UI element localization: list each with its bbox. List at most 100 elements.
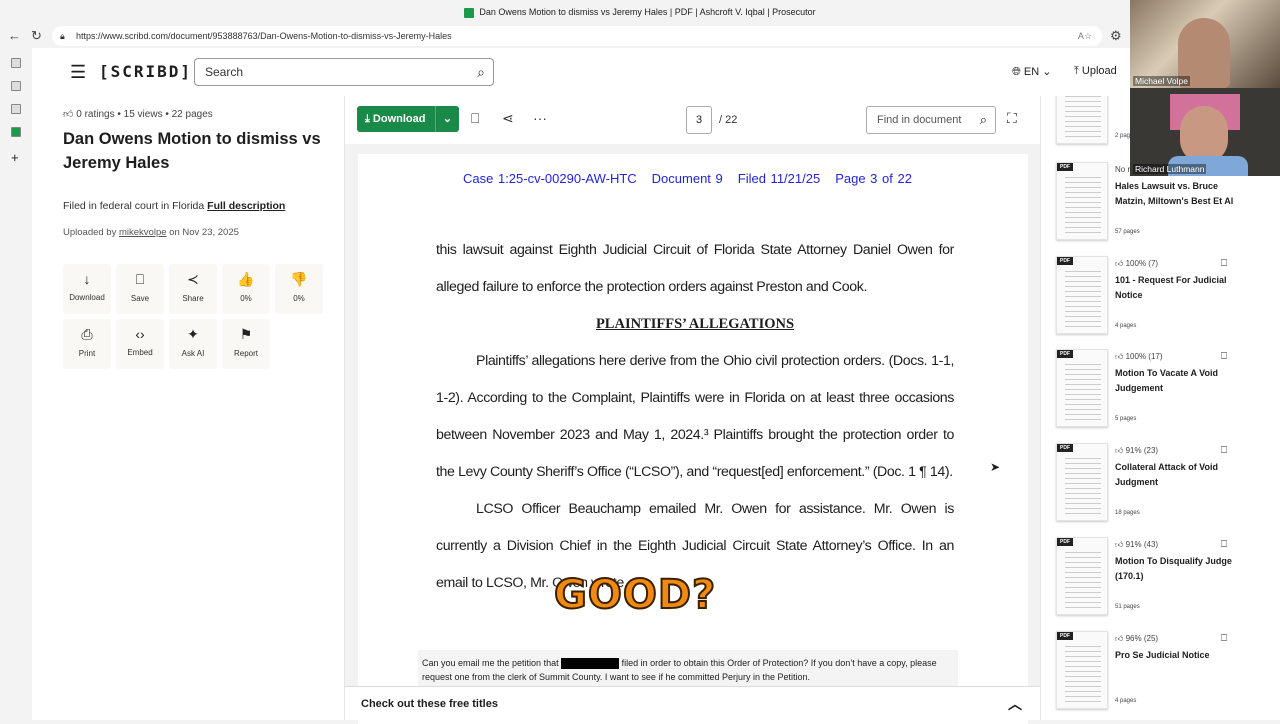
action-grid: ↓ Download ⎕ Save ≺ Share 👍 0% 👎 0% ⎙ Print ‹›… [63,264,323,369]
upload-button[interactable]: ⤒ Upload [1074,65,1117,78]
back-icon[interactable]: ← [8,28,21,43]
document-thumbnail: PDF [1056,537,1108,615]
bookmark-icon[interactable]: ⎕ [1221,258,1227,269]
chevron-up-icon[interactable]: ︿ [1008,687,1022,721]
pdf-badge: PDF [1057,350,1073,358]
related-title: 101 - Request For Judicial Notice [1115,275,1227,300]
download-button[interactable]: ⤓ Download ⌄ [357,106,459,132]
favorite-icon[interactable]: A☆ [1078,26,1092,46]
related-title: Collateral Attack of Void Judgment [1115,462,1219,487]
related-rating: 👍︎ 91% (43) [1115,540,1159,549]
pdf-badge: PDF [1057,632,1073,640]
related-rating: 👍︎ 100% (7) [1115,259,1159,268]
rating-value: 91% (23) [1125,446,1159,455]
document-thumbnail: PDF [1056,162,1108,240]
pdf-badge: PDF [1057,163,1073,171]
language-selector[interactable]: 🌐︎ EN ⌄ [1012,65,1051,79]
bookmark-icon: ⎕ [135,271,145,287]
related-title: Pro Se Judicial Notice [1115,650,1210,660]
download-action[interactable]: ↓ Download [63,264,111,314]
related-rating: 👍︎ 91% (23) [1115,446,1159,455]
related-item[interactable]: PDF 👍︎ 96% (25) ⎕ Pro Se Judicial Notice 4 p… [1056,631,1276,711]
case-header: Case 1:25-cv-00290-AW-HTC Document 9 Filed… [463,171,927,186]
more-icon[interactable]: ··· [533,110,547,126]
section-heading: PLAINTIFFS’ ALLEGATIONS [595,316,795,332]
related-pages: 18 pages [1115,510,1140,516]
description: Filed in federal court in Florida Full d… [63,200,285,212]
embed-action[interactable]: ‹› Embed [116,319,164,369]
action-label: 0% [240,294,252,303]
bookmark-icon[interactable]: ⎕ [1221,445,1227,456]
vertical-tab-strip: + [0,48,32,720]
address-bar[interactable]: 🔒︎ https://www.scribd.com/document/953888… [52,26,1102,46]
bookmark-icon[interactable]: ⎕ [471,110,479,127]
search-icon[interactable]: ⌕ [980,107,987,133]
related-pages: 57 pages [1115,229,1140,235]
action-label: Save [130,294,150,303]
tab-icon[interactable] [11,127,21,137]
report-action[interactable]: ⚑ Report [222,319,270,369]
action-label: Print [78,349,96,358]
related-documents: 2 pages PDFNo ratings yetHales Lawsuit v… [1040,96,1280,720]
extensions-icon[interactable]: ⚙ [1110,28,1122,44]
find-in-document-input[interactable]: Find in document ⌕ [866,106,996,134]
tab-icon[interactable] [11,104,21,114]
pages-count: 22 pages [171,109,213,120]
full-description-link[interactable]: Full description [207,200,285,212]
action-label: Ask AI [181,349,205,358]
dislike-action[interactable]: 👎 0% [275,264,323,314]
page-number-input[interactable]: 3 [686,106,712,134]
related-item[interactable]: PDF 👍︎ 91% (43) ⎕ Motion To Disqualify Judg… [1056,537,1276,617]
share-icon[interactable]: ⋖ [502,110,514,127]
rating-value: 100% (7) [1125,259,1159,268]
search-icon[interactable]: ⌕ [477,59,485,85]
save-action[interactable]: ⎕ Save [116,264,164,314]
tab-icon[interactable] [11,58,21,68]
pdf-badge: PDF [1057,444,1073,452]
new-tab-icon[interactable]: + [11,150,21,165]
views-count: 15 views [123,109,163,120]
related-rating: 👍︎ 100% (17) [1115,352,1163,361]
thumbs-up-icon: 👍 [237,271,255,287]
rating-value: 100% (17) [1125,352,1163,361]
action-label: Report [233,349,258,358]
participant-name: Richard Luthmann [1133,164,1207,174]
document-thumbnail: PDF [1056,443,1108,521]
bookmark-icon[interactable]: ⎕ [1221,351,1227,362]
bookmark-icon[interactable]: ⎕ [1221,633,1227,644]
lock-icon: 🔒︎ [60,31,65,41]
scribd-logo[interactable]: [SCRIBD] [99,62,192,81]
like-action[interactable]: 👍 0% [222,264,270,314]
free-titles-bar[interactable]: Check out these free titles ︿ [345,686,1040,720]
filed-date: Filed 11/21/25 [737,171,821,186]
scribd-favicon-icon [464,7,475,18]
url-text: https://www.scribd.com/document/95388876… [76,31,452,41]
action-label: Share [182,294,204,303]
reload-icon[interactable]: ↻ [31,28,42,44]
print-action[interactable]: ⎙ Print [63,319,111,369]
thumbs-down-icon: 👎 [290,271,308,287]
share-icon: ≺ [187,271,199,287]
print-icon: ⎙ [81,326,93,342]
fullscreen-icon[interactable]: ⛶ [1007,110,1017,127]
related-item[interactable]: PDF 👍︎ 100% (7) ⎕ 101 - Request For Judicia… [1056,256,1276,336]
related-item[interactable]: PDF 👍︎ 91% (23) ⎕ Collateral Attack of Void… [1056,443,1276,523]
description-text: Filed in federal court in Florida [63,200,205,212]
document-body: this lawsuit against Eighth Judicial Cir… [436,232,954,602]
related-pages: 4 pages [1115,698,1137,704]
document-page: Case 1:25-cv-00290-AW-HTC Document 9 Filed… [358,154,1028,724]
chevron-down-icon[interactable]: ⌄ [435,106,459,132]
participant-name: Michael Volpe [1133,76,1190,86]
share-action[interactable]: ≺ Share [169,264,217,314]
related-item[interactable]: PDF 👍︎ 100% (17) ⎕ Motion To Vacate A Void … [1056,349,1276,429]
menu-icon[interactable]: ☰ [70,62,86,83]
bookmark-icon[interactable]: ⎕ [1221,539,1227,550]
ask-ai-action[interactable]: ✦ Ask AI [169,319,217,369]
related-pages: 5 pages [1115,416,1137,422]
uploader-link[interactable]: mikekvolpe [119,227,167,238]
paragraph: Plaintiffs’ allegations here derive from… [436,353,954,480]
tab-icon[interactable] [11,81,21,91]
redaction [561,658,620,670]
tab-title: Dan Owens Motion to dismiss vs Jeremy Ha… [479,7,816,17]
search-input[interactable]: Search ⌕ [194,58,494,86]
